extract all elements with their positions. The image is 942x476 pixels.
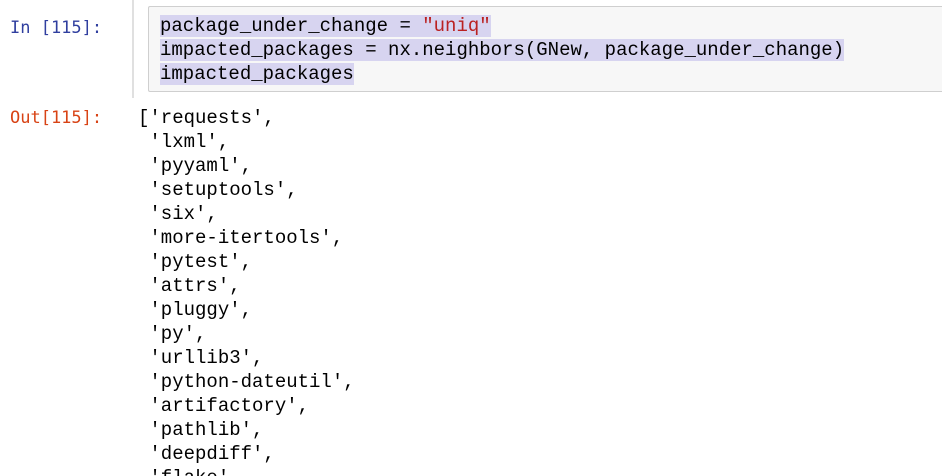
string-literal: "uniq" xyxy=(422,15,491,37)
output-line: 'attrs', xyxy=(138,275,241,297)
output-line: 'setuptools', xyxy=(138,179,298,201)
code-text: impacted_packages xyxy=(160,63,354,85)
code-text: impacted_packages = nx.neighbors(GNew, p… xyxy=(160,39,845,61)
output-line: 'py', xyxy=(138,323,207,345)
output-line: 'python-dateutil', xyxy=(138,371,355,393)
output-line: 'more-itertools', xyxy=(138,227,344,249)
code-line-1: package_under_change = "uniq" xyxy=(160,14,844,38)
output-line: 'pytest', xyxy=(138,251,253,273)
cell-edge xyxy=(132,0,134,98)
code-line-2: impacted_packages = nx.neighbors(GNew, p… xyxy=(160,38,845,62)
output-line: 'urllib3', xyxy=(138,347,264,369)
output-line: 'lxml', xyxy=(138,131,230,153)
out-prompt: Out[115]: xyxy=(10,108,103,128)
output-line: 'pluggy', xyxy=(138,299,253,321)
output-line: 'pyyaml', xyxy=(138,155,253,177)
code-line-3: impacted_packages xyxy=(160,62,844,86)
code-editor[interactable]: package_under_change = "uniq" impacted_pa… xyxy=(160,14,845,86)
output-line: 'artifactory', xyxy=(138,395,310,417)
output-line: 'pathlib', xyxy=(138,419,264,441)
output-line: 'six', xyxy=(138,203,218,225)
code-input-area[interactable]: package_under_change = "uniq" impacted_pa… xyxy=(148,6,942,92)
output-line: ['requests', xyxy=(138,107,275,129)
code-text: package_under_change = xyxy=(160,15,423,37)
output-line: 'deepdiff', xyxy=(138,443,275,465)
cell-output: ['requests', 'lxml', 'pyyaml', 'setuptoo… xyxy=(138,106,355,476)
output-line: 'flake' xyxy=(138,466,355,476)
in-prompt: In [115]: xyxy=(10,18,103,38)
